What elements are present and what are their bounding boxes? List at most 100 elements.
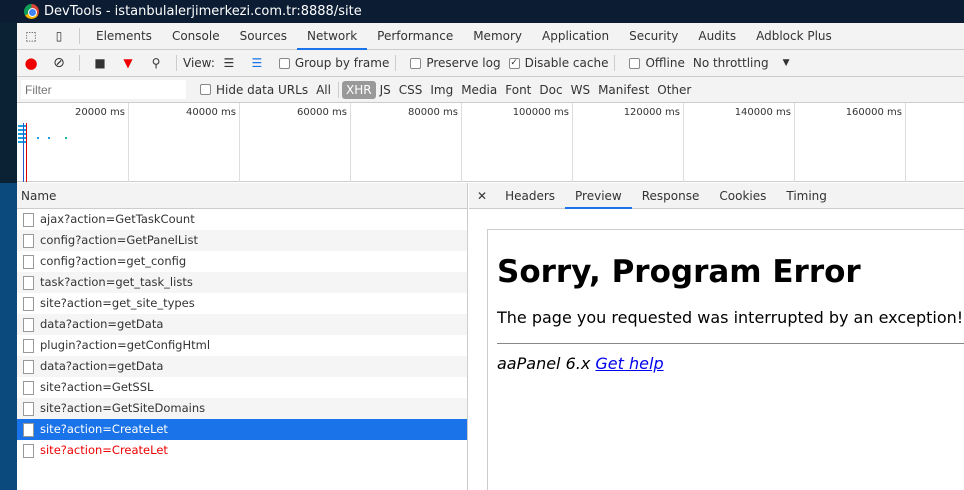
close-icon[interactable]: ✕ <box>469 183 495 209</box>
request-name: task?action=get_task_lists <box>40 275 193 289</box>
request-row[interactable]: config?action=get_config <box>17 251 467 272</box>
inspect-icon[interactable]: ⬚ <box>20 29 42 43</box>
filter-manifest[interactable]: Manifest <box>594 83 653 97</box>
offline-checkbox[interactable] <box>629 57 641 69</box>
tick-label: 20000 ms <box>75 107 125 118</box>
tab-audits[interactable]: Audits <box>688 23 746 50</box>
request-name: site?action=GetSiteDomains <box>40 401 206 415</box>
file-icon <box>23 212 34 227</box>
request-row[interactable]: task?action=get_task_lists <box>17 272 467 293</box>
file-icon <box>23 338 34 353</box>
request-row-selected[interactable]: site?action=CreateLet <box>17 419 467 440</box>
hide-data-urls-checkbox[interactable] <box>200 84 211 95</box>
search-icon[interactable]: ⚲ <box>145 56 167 70</box>
group-by-frame-checkbox[interactable] <box>278 57 290 69</box>
filter-ws[interactable]: WS <box>567 83 594 97</box>
request-row[interactable]: data?action=getData <box>17 356 467 377</box>
request-row[interactable]: data?action=getData <box>17 314 467 335</box>
tab-timing[interactable]: Timing <box>776 183 837 209</box>
request-name: ajax?action=GetTaskCount <box>40 212 195 226</box>
filter-js[interactable]: JS <box>376 83 395 97</box>
tab-performance[interactable]: Performance <box>367 23 463 50</box>
request-row[interactable]: plugin?action=getConfigHtml <box>17 335 467 356</box>
tab-headers[interactable]: Headers <box>495 183 565 209</box>
request-row[interactable]: config?action=GetPanelList <box>17 230 467 251</box>
name-column-header[interactable]: Name <box>17 183 468 209</box>
request-name: site?action=CreateLet <box>40 443 168 457</box>
throttling-select[interactable]: No throttling <box>693 56 769 70</box>
footer-text: aaPanel 6.x <box>497 354 591 373</box>
request-row[interactable]: site?action=get_site_types <box>17 293 467 314</box>
request-row[interactable]: ajax?action=GetTaskCount <box>17 209 467 230</box>
devtools: ⬚ ▯ Elements Console Sources Network Per… <box>17 23 964 490</box>
filter-other[interactable]: Other <box>653 83 695 97</box>
request-name: site?action=CreateLet <box>40 422 168 436</box>
filter-css[interactable]: CSS <box>395 83 427 97</box>
tab-elements[interactable]: Elements <box>86 23 162 50</box>
tab-preview[interactable]: Preview <box>565 183 632 209</box>
tab-adblock-plus[interactable]: Adblock Plus <box>746 23 842 50</box>
filter-img[interactable]: Img <box>426 83 457 97</box>
request-name: data?action=getData <box>40 317 164 331</box>
file-icon <box>23 317 34 332</box>
divider <box>497 343 964 344</box>
tab-security[interactable]: Security <box>619 23 688 50</box>
file-icon <box>23 275 34 290</box>
file-icon <box>23 443 34 458</box>
tab-cookies[interactable]: Cookies <box>709 183 776 209</box>
filter-input[interactable] <box>21 80 186 99</box>
window-title: DevTools - istanbulalerjimerkezi.com.tr:… <box>44 4 362 19</box>
filter-icon[interactable]: ▼ <box>117 56 139 70</box>
device-toolbar-icon[interactable]: ▯ <box>48 29 70 43</box>
request-row-error[interactable]: site?action=CreateLet <box>17 440 467 461</box>
tick-label: 60000 ms <box>297 107 347 118</box>
tab-application[interactable]: Application <box>532 23 619 50</box>
disable-cache-checkbox[interactable]: ✓ <box>508 57 520 69</box>
filter-bar: Hide data URLs All XHR JS CSS Img Media … <box>17 77 964 103</box>
preview-page: Sorry, Program Error The page you reques… <box>487 229 964 490</box>
detail-tabs: ✕ Headers Preview Response Cookies Timin… <box>469 183 964 209</box>
filter-font[interactable]: Font <box>501 83 535 97</box>
get-help-link[interactable]: Get help <box>595 354 663 373</box>
filter-xhr[interactable]: XHR <box>341 80 376 99</box>
filter-all[interactable]: All <box>312 83 335 97</box>
preserve-log-label: Preserve log <box>426 56 501 70</box>
tick-label: 40000 ms <box>186 107 236 118</box>
domcontentloaded-line <box>23 123 24 182</box>
tab-response[interactable]: Response <box>632 183 710 209</box>
panel-tabs: ⬚ ▯ Elements Console Sources Network Per… <box>17 23 964 50</box>
clear-icon[interactable]: ⊘ <box>48 55 70 71</box>
tab-memory[interactable]: Memory <box>463 23 532 50</box>
filter-media[interactable]: Media <box>457 83 501 97</box>
load-line <box>26 123 27 182</box>
tab-console[interactable]: Console <box>162 23 230 50</box>
tick-label: 100000 ms <box>512 107 569 118</box>
request-row[interactable]: site?action=GetSiteDomains <box>17 398 467 419</box>
preserve-log-checkbox[interactable] <box>410 57 422 69</box>
tick-label: 140000 ms <box>734 107 791 118</box>
filter-doc[interactable]: Doc <box>535 83 566 97</box>
chrome-icon <box>24 4 39 19</box>
timeline-overview[interactable]: 20000 ms 40000 ms 60000 ms 80000 ms 1000… <box>17 103 964 182</box>
tick-label: 160000 ms <box>845 107 902 118</box>
desktop-background <box>0 183 17 490</box>
error-heading: Sorry, Program Error <box>497 254 861 290</box>
waterfall-icon[interactable]: ☰ <box>246 56 268 70</box>
group-by-frame-label: Group by frame <box>294 56 390 70</box>
request-name: config?action=get_config <box>40 254 187 268</box>
request-row[interactable]: site?action=GetSSL <box>17 377 467 398</box>
tick-label: 80000 ms <box>408 107 458 118</box>
request-dots <box>37 137 39 139</box>
record-icon[interactable]: ● <box>20 54 42 72</box>
tab-network[interactable]: Network <box>297 23 368 50</box>
title-bar: DevTools - istanbulalerjimerkezi.com.tr:… <box>0 0 964 23</box>
request-name: site?action=get_site_types <box>40 296 195 310</box>
request-name: data?action=getData <box>40 359 164 373</box>
request-name: plugin?action=getConfigHtml <box>40 338 211 352</box>
request-list: ajax?action=GetTaskCount config?action=G… <box>17 209 468 490</box>
file-icon <box>23 422 34 437</box>
tab-sources[interactable]: Sources <box>230 23 297 50</box>
capture-screenshots-icon[interactable]: ■ <box>89 56 111 70</box>
large-rows-icon[interactable]: ☰ <box>218 56 240 70</box>
chevron-down-icon[interactable]: ▼ <box>783 58 790 68</box>
